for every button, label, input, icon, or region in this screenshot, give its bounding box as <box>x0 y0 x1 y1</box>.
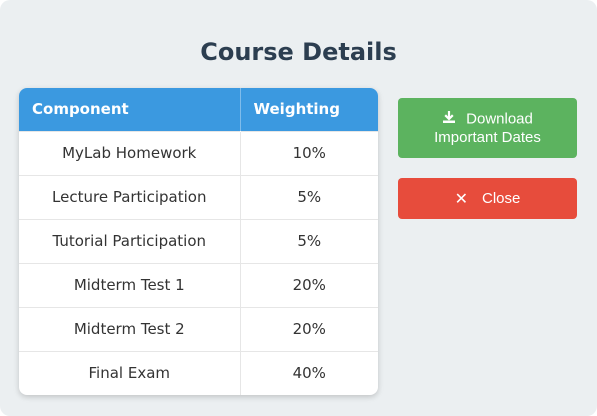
cell-weighting: 40% <box>239 350 378 395</box>
cell-weighting: 5% <box>239 218 378 263</box>
header-weighting: Weighting <box>239 88 378 131</box>
cell-weighting: 20% <box>239 306 378 351</box>
cell-weighting: 20% <box>239 262 378 307</box>
cell-weighting: 10% <box>239 130 378 175</box>
table-row: Midterm Test 2 20% <box>19 306 378 351</box>
download-label-line1: Download <box>466 109 533 127</box>
close-label: Close <box>482 190 521 207</box>
table-row: Final Exam 40% <box>19 350 378 395</box>
cell-component: MyLab Homework <box>19 130 240 175</box>
download-button-text: Download Important Dates <box>434 110 541 147</box>
cell-component: Midterm Test 2 <box>19 306 240 351</box>
cell-weighting: 5% <box>239 174 378 219</box>
table-row: MyLab Homework 10% <box>19 130 378 175</box>
weighting-table: Component Weighting MyLab Homework 10% L… <box>19 88 378 395</box>
table-header-row: Component Weighting <box>19 88 378 131</box>
cell-component: Tutorial Participation <box>19 218 240 263</box>
cell-component: Midterm Test 1 <box>19 262 240 307</box>
close-icon: ✕ <box>454 189 469 208</box>
download-icon <box>442 110 456 129</box>
table-row: Tutorial Participation 5% <box>19 218 378 263</box>
cell-component: Final Exam <box>19 350 240 395</box>
dialog-title: Course Details <box>200 38 397 66</box>
table-row: Midterm Test 1 20% <box>19 262 378 307</box>
close-button[interactable]: ✕ Close <box>398 178 577 219</box>
cell-component: Lecture Participation <box>19 174 240 219</box>
table-row: Lecture Participation 5% <box>19 174 378 219</box>
download-label-line2: Important Dates <box>434 128 541 146</box>
course-details-dialog: Course Details Component Weighting MyLab… <box>0 0 597 416</box>
download-dates-button[interactable]: Download Important Dates <box>398 98 577 158</box>
header-component: Component <box>19 88 240 131</box>
